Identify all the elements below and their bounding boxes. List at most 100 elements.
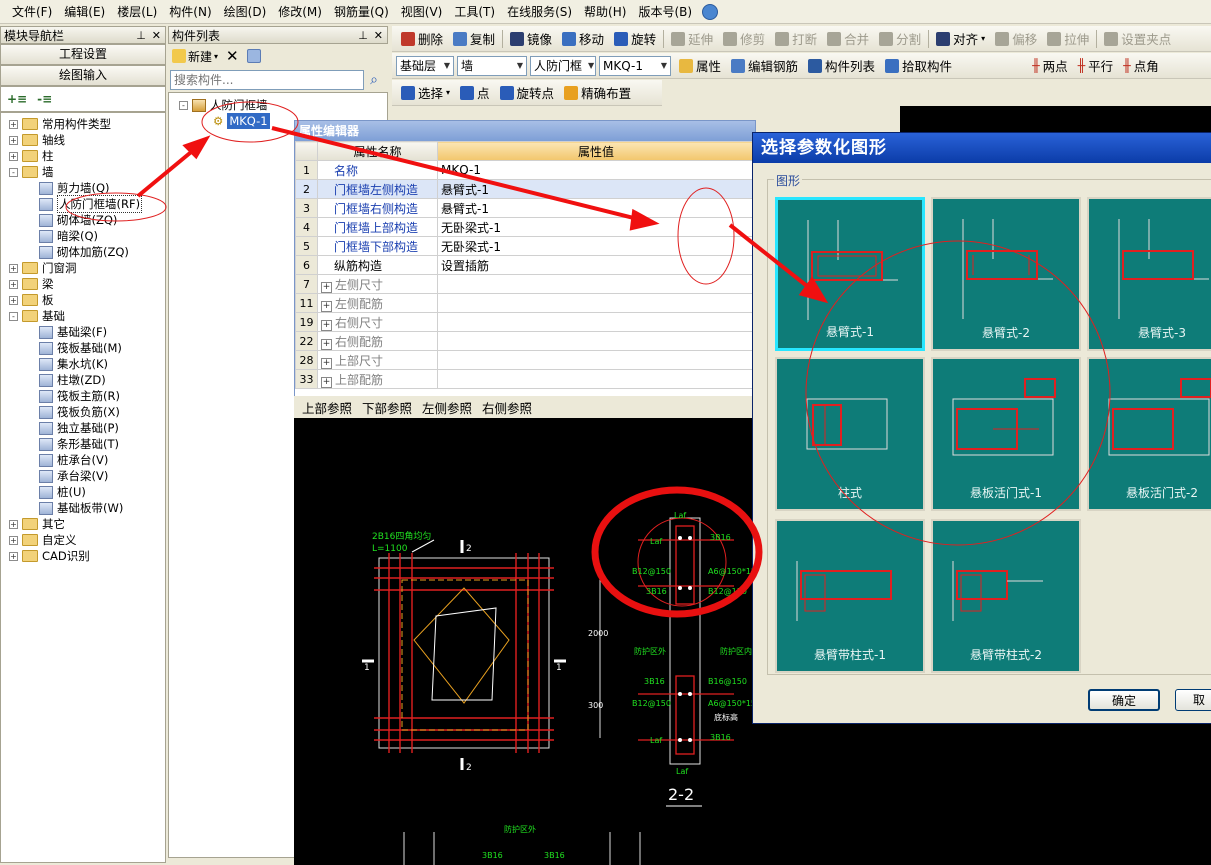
shape-option[interactable]: 悬臂式-2 [931,197,1081,351]
toolbar-button[interactable]: 删除 [396,28,448,50]
property-row[interactable]: 7 + 左侧尺寸 [295,274,755,294]
copy-component-icon[interactable] [246,49,261,63]
pin-icon[interactable]: ⊥ [358,29,368,42]
toolbar-button[interactable]: 选择 ▾ [396,82,455,104]
property-value[interactable] [437,350,755,370]
search-input[interactable] [170,70,364,90]
expand-icon[interactable]: + [9,151,18,161]
shape-option[interactable]: 悬臂带柱式-1 [775,519,925,673]
tree-item[interactable]: 桩承台(V) [9,452,165,468]
expand-icon[interactable]: + [9,519,18,529]
menu-item[interactable]: 在线服务(S) [501,1,578,23]
menu-item[interactable]: 修改(M) [272,1,328,23]
filter-combo[interactable]: 人防门框 ▼ [530,55,596,76]
tree-item[interactable]: 暗梁(Q) [9,228,165,244]
menu-item[interactable]: 钢筋量(Q) [328,1,395,23]
expand-icon[interactable]: + [321,300,332,312]
pin-icon[interactable]: ⊥ [136,29,146,42]
tree-item[interactable]: 基础板带(W) [9,500,165,516]
property-row[interactable]: 11 + 左侧配筋 [295,293,755,313]
toolbar-button[interactable]: 打断 [770,28,822,50]
menu-item[interactable]: 构件(N) [163,1,217,23]
shape-option[interactable]: 柱式 [775,357,925,511]
property-value[interactable] [437,312,755,332]
collapse-icon[interactable]: - [9,311,18,321]
tree-item[interactable]: 柱墩(ZD) [9,372,165,388]
search-icon[interactable]: ⌕ [364,72,384,88]
toolbar-button[interactable]: 对齐 ▾ [931,28,990,50]
menu-item[interactable]: 楼层(L) [111,1,163,23]
menu-item[interactable]: 文件(F) [6,1,58,23]
expand-icon[interactable]: + [9,263,18,273]
cancel-button[interactable]: 取 [1175,689,1211,711]
property-row[interactable]: 22 + 右侧配筋 [295,331,755,351]
shape-option[interactable]: 悬臂式-3 [1087,197,1211,351]
expand-icon[interactable]: + [321,319,332,331]
expand-icon[interactable]: + [9,135,18,145]
property-value[interactable]: 悬臂式-1 [437,198,755,218]
tree-folder[interactable]: + 门窗洞 [9,260,165,276]
toolbar-button[interactable]: 旋转 [609,28,661,50]
property-value[interactable] [437,369,755,389]
property-row[interactable]: 3 门框墙右侧构造 悬臂式-1 [295,198,755,218]
property-value[interactable]: 设置插筋 [437,255,755,275]
toolbar-button[interactable]: 修剪 [718,28,770,50]
expand-icon[interactable]: + [9,295,18,305]
toolbar-button[interactable]: 分割 [874,28,926,50]
toolbar-button[interactable]: 镜像 [505,28,557,50]
snap-button[interactable]: ╫ 平行 [1073,55,1119,77]
filter-combo[interactable]: MKQ-1 ▼ [599,55,671,76]
tree-item[interactable]: 承台梁(V) [9,468,165,484]
property-value[interactable]: 无卧梁式-1 [437,236,755,256]
toolbar-button[interactable]: 延伸 [666,28,718,50]
property-row[interactable]: 4 门框墙上部构造 无卧梁式-1 [295,217,755,237]
property-row[interactable]: 6 纵筋构造 设置插筋 [295,255,755,275]
ok-button[interactable]: 确定 [1088,689,1160,711]
toolbar-button[interactable]: 移动 [557,28,609,50]
expand-icon[interactable]: + [9,535,18,545]
tree-item[interactable]: 筏板负筋(X) [9,404,165,420]
tree-folder[interactable]: + 板 [9,292,165,308]
toolbar-button[interactable]: 复制 [448,28,500,50]
toolbar-button[interactable]: 精确布置 [559,82,636,104]
property-value[interactable] [437,331,755,351]
delete-component-icon[interactable]: ✕ [226,47,239,65]
toolbar-button[interactable]: 合并 [822,28,874,50]
menu-item[interactable]: 编辑(E) [58,1,111,23]
toolbar-button[interactable]: 拉伸 [1042,28,1094,50]
cad-canvas[interactable]: 2B16四角均匀 L=1100 2 2 1 1 Laf Laf 3B16 B12… [294,418,752,865]
tree-folder[interactable]: + 其它 [9,516,165,532]
toolbar-button[interactable]: 拾取构件 [880,55,957,77]
tree-item[interactable]: 砌体加筋(ZQ) [9,244,165,260]
menu-item[interactable]: 版本号(B) [632,1,698,23]
toolbar-button[interactable]: 构件列表 [803,55,880,77]
new-component-button[interactable]: 新建 ▾ [172,48,218,65]
snap-button[interactable]: ╫ 点角 [1118,55,1164,77]
property-row[interactable]: 1 名称 MKQ-1 [295,160,755,180]
tree-item[interactable]: 独立基础(P) [9,420,165,436]
expand-icon[interactable]: + [9,551,18,561]
toolbar-button[interactable]: 属性 [674,55,726,77]
expand-icon[interactable]: + [321,338,332,350]
reference-tab[interactable]: 右侧参照 [482,398,532,417]
property-row[interactable]: 2 门框墙左侧构造 悬臂式-1 [295,179,755,199]
tree-item[interactable]: 人防门框墙(RF) [9,195,165,213]
reference-tab[interactable]: 下部参照 [362,398,412,417]
toolbar-button[interactable]: 点 [455,82,495,104]
expand-icon[interactable]: + [9,119,18,129]
tree-folder[interactable]: + 常用构件类型 [9,116,165,132]
filter-combo[interactable]: 基础层 ▼ [396,55,454,76]
close-icon[interactable]: ✕ [374,29,383,42]
menu-item[interactable]: 帮助(H) [578,1,632,23]
update-icon[interactable] [702,3,719,20]
reference-tab[interactable]: 左侧参照 [422,398,472,417]
toolbar-button[interactable]: 旋转点 [495,82,560,104]
tree-item[interactable]: 筏板基础(M) [9,340,165,356]
tree-item[interactable]: 桩(U) [9,484,165,500]
filter-combo[interactable]: 墙 ▼ [457,55,527,76]
property-value[interactable]: 悬臂式-1 [437,179,755,199]
tree-item[interactable]: 砌体墙(ZQ) [9,212,165,228]
tree-folder[interactable]: + 轴线 [9,132,165,148]
property-value[interactable] [437,293,755,313]
tree-item[interactable]: 条形基础(T) [9,436,165,452]
